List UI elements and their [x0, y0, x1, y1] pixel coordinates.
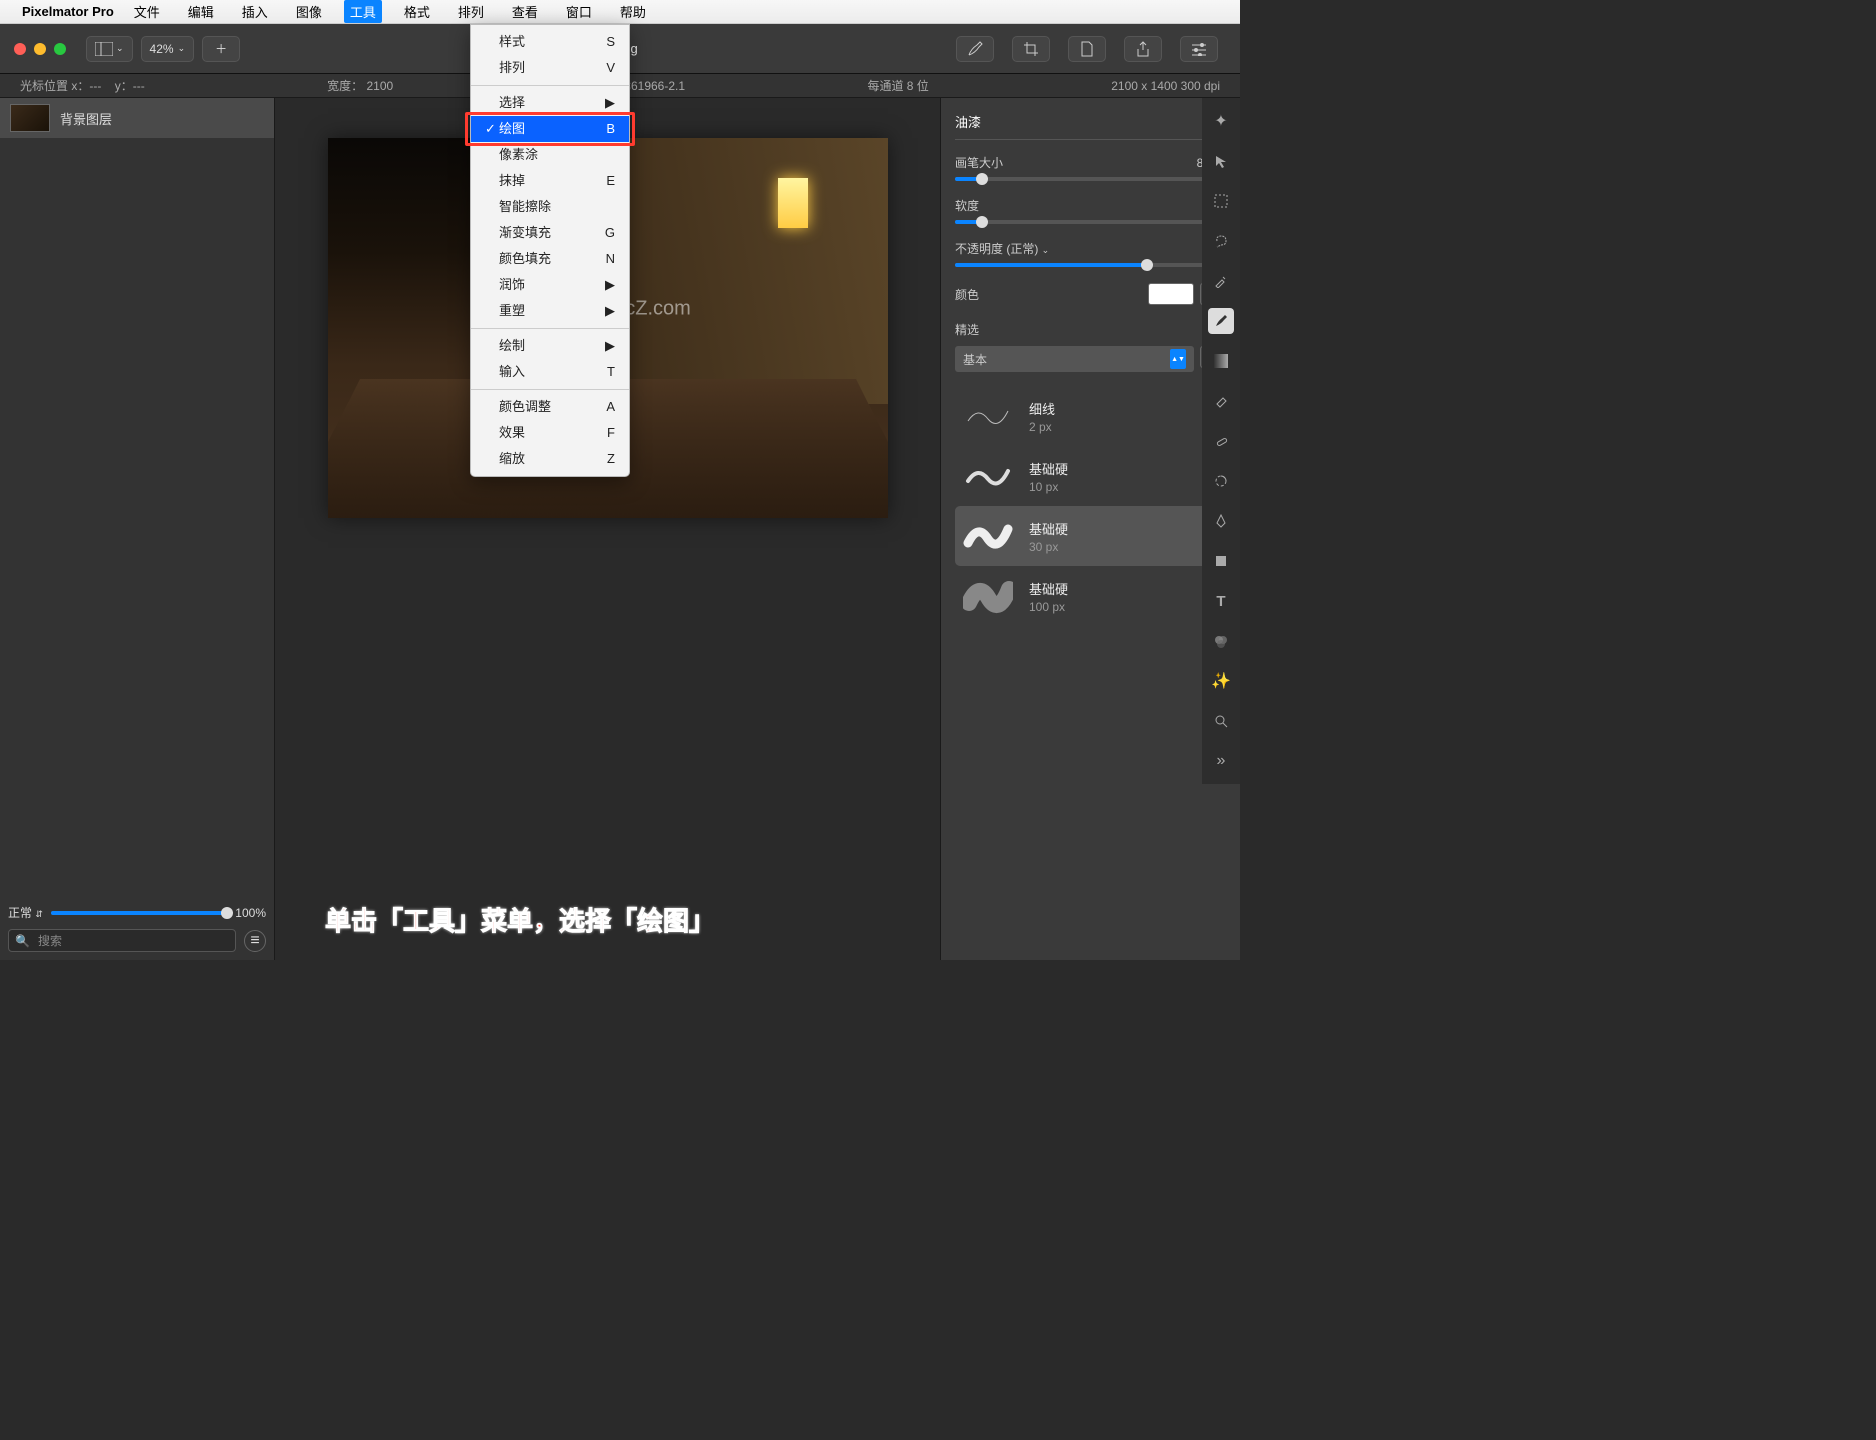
paint-tool-icon[interactable] — [1208, 308, 1234, 334]
dd-item-paint[interactable]: ✓绘图B — [471, 116, 629, 142]
color-swatch[interactable] — [1148, 283, 1194, 305]
menu-help[interactable]: 帮助 — [614, 0, 652, 23]
lasso-tool-icon[interactable] — [1208, 228, 1234, 254]
dd-item-retouch[interactable]: 润饰▶ — [471, 272, 629, 298]
blend-mode-select[interactable]: 正常 ⇵ — [8, 904, 43, 921]
layer-thumbnail — [10, 104, 50, 132]
marquee-tool-icon[interactable] — [1208, 188, 1234, 214]
menu-edit[interactable]: 编辑 — [182, 0, 220, 23]
settings-button[interactable] — [1180, 36, 1218, 62]
menubar: Pixelmator Pro 文件 编辑 插入 图像 工具 格式 排列 查看 窗… — [0, 0, 1240, 24]
menu-insert[interactable]: 插入 — [236, 0, 274, 23]
dd-item-arrange[interactable]: 排列V — [471, 55, 629, 81]
zoom-icon[interactable] — [54, 43, 66, 55]
layer-opacity-slider[interactable] — [51, 911, 227, 915]
style-tool-icon[interactable]: ✦ — [1208, 108, 1234, 134]
zoom-level-button[interactable]: 42%⌄ — [141, 36, 195, 62]
document-button[interactable] — [1068, 36, 1106, 62]
dd-item-smarterase[interactable]: 智能擦除 — [471, 194, 629, 220]
zoom-tool-icon[interactable] — [1208, 708, 1234, 734]
gradient-tool-icon[interactable] — [1208, 348, 1234, 374]
arrow-tool-icon[interactable] — [1208, 148, 1234, 174]
shape-tool-icon[interactable] — [1208, 548, 1234, 574]
share-button[interactable] — [1124, 36, 1162, 62]
dd-item-pixelpaint[interactable]: 像素涂 — [471, 142, 629, 168]
inspector-title: 油漆 — [955, 112, 1226, 131]
brush-size-label: 画笔大小 — [955, 154, 1003, 171]
menu-view[interactable]: 查看 — [506, 0, 544, 23]
layer-opacity-value: 100% — [235, 906, 266, 920]
brush-item[interactable]: 基础硬10 px — [955, 446, 1226, 506]
menu-arrange[interactable]: 排列 — [452, 0, 490, 23]
dd-item-gradientfill[interactable]: 渐变填充G — [471, 220, 629, 246]
inspector-panel: 油漆 画笔大小81 px 软度10% 不透明度 (正常) ⌄71% 颜色 精选 … — [940, 98, 1240, 960]
layers-panel: 背景图层 正常 ⇵ 100% 🔍 搜索 ≡ — [0, 98, 275, 960]
width-info: 宽度： 2100 — [327, 77, 393, 94]
softness-label: 软度 — [955, 197, 979, 214]
annotation-caption: 单击「工具」菜单，选择「绘图」 — [325, 901, 715, 938]
opacity-slider[interactable] — [955, 263, 1226, 267]
opacity-label[interactable]: 不透明度 (正常) ⌄ — [955, 240, 1049, 257]
menu-window[interactable]: 窗口 — [560, 0, 598, 23]
layer-search-input[interactable]: 🔍 搜索 — [8, 929, 236, 952]
effects-tool-icon[interactable]: ✨ — [1208, 668, 1234, 694]
layer-item[interactable]: 背景图层 — [0, 98, 274, 138]
softness-slider[interactable] — [955, 220, 1226, 224]
color-label: 颜色 — [955, 286, 979, 303]
menu-image[interactable]: 图像 — [290, 0, 328, 23]
tool-strip: ✦ T ✨ » — [1202, 98, 1240, 784]
minimize-icon[interactable] — [34, 43, 46, 55]
dd-item-erase[interactable]: 抹掉E — [471, 168, 629, 194]
menu-tools[interactable]: 工具 — [344, 0, 382, 23]
menu-file[interactable]: 文件 — [128, 0, 166, 23]
dd-item-type[interactable]: 输入T — [471, 359, 629, 385]
window-controls[interactable] — [14, 43, 66, 55]
brush-item-selected[interactable]: 基础硬30 px — [955, 506, 1226, 566]
color-adjust-tool-icon[interactable] — [1208, 628, 1234, 654]
dd-item-select[interactable]: 选择▶ — [471, 90, 629, 116]
cursor-position: 光标位置 x：--- y：--- — [20, 77, 145, 94]
app-name[interactable]: Pixelmator Pro — [22, 4, 114, 19]
featured-label: 精选 — [955, 321, 1226, 338]
eraser-tool-icon[interactable] — [1208, 388, 1234, 414]
dd-item-style[interactable]: 样式S — [471, 29, 629, 55]
dd-item-reshape[interactable]: 重塑▶ — [471, 298, 629, 324]
more-tools-icon[interactable]: » — [1208, 748, 1234, 774]
dd-item-coloradjust[interactable]: 颜色调整A — [471, 394, 629, 420]
brush-item[interactable]: 基础硬100 px — [955, 566, 1226, 626]
sidebar-toggle-button[interactable]: ⌄ — [86, 36, 133, 62]
crop-tool-button[interactable] — [1012, 36, 1050, 62]
dd-item-zoom[interactable]: 缩放Z — [471, 446, 629, 472]
heal-tool-icon[interactable] — [1208, 428, 1234, 454]
brush-tool-button[interactable] — [956, 36, 994, 62]
dd-item-effects[interactable]: 效果F — [471, 420, 629, 446]
menu-format[interactable]: 格式 — [398, 0, 436, 23]
brush-size-slider[interactable] — [955, 177, 1226, 181]
eyedropper-tool-icon[interactable] — [1208, 268, 1234, 294]
close-icon[interactable] — [14, 43, 26, 55]
tools-dropdown: 样式S 排列V 选择▶ ✓绘图B 像素涂 抹掉E 智能擦除 渐变填充G 颜色填充… — [470, 24, 630, 477]
search-icon: 🔍 — [15, 934, 30, 948]
layer-name: 背景图层 — [60, 109, 112, 128]
filter-button[interactable]: ≡ — [244, 930, 266, 952]
brush-item[interactable]: 细线2 px — [955, 386, 1226, 446]
dd-item-colorfill[interactable]: 颜色填充N — [471, 246, 629, 272]
text-tool-icon[interactable]: T — [1208, 588, 1234, 614]
dimensions-info: 2100 x 1400 300 dpi — [1111, 79, 1220, 93]
pen-tool-icon[interactable] — [1208, 508, 1234, 534]
warp-tool-icon[interactable] — [1208, 468, 1234, 494]
add-button[interactable]: ＋ — [202, 36, 240, 62]
dd-item-draw[interactable]: 绘制▶ — [471, 333, 629, 359]
brush-preset-select[interactable]: 基本 ▲▼ — [955, 346, 1194, 372]
channels-info: 每通道 8 位 — [867, 77, 928, 94]
